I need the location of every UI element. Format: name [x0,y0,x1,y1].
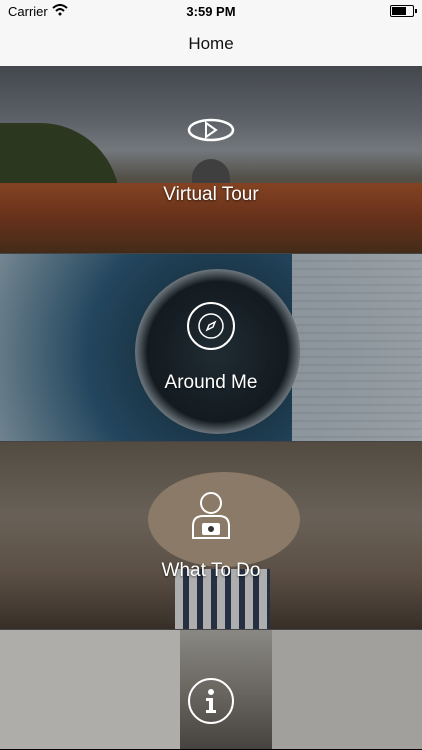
info-tile[interactable] [0,630,422,749]
around-me-label: Around Me [164,372,258,393]
rotate-360-icon [186,114,236,151]
page-title: Home [188,34,234,53]
what-to-do-tile[interactable]: What To Do [0,442,422,630]
virtual-tour-tile[interactable]: Virtual Tour [0,66,422,254]
compass-icon [187,302,235,350]
what-to-do-label: What To Do [161,560,261,581]
virtual-tour-label: Virtual Tour [163,184,259,205]
around-me-tile[interactable]: Around Me [0,254,422,442]
status-bar: Carrier 3:59 PM [0,0,422,22]
info-icon [188,678,234,724]
person-camera-icon [190,490,232,545]
navigation-bar: Home [0,22,422,67]
home-menu: Virtual Tour Around Me What To Do [0,66,422,749]
status-time: 3:59 PM [186,4,236,19]
battery-icon [390,5,417,17]
